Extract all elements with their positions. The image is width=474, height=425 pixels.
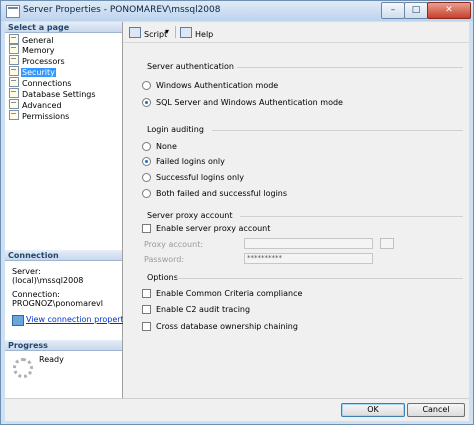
page-item-security[interactable]: Security	[9, 66, 56, 77]
dialog-button-bar: OK Cancel	[5, 398, 469, 421]
page-label: Processors	[22, 57, 65, 66]
server-value: (local)\mssql2008	[12, 276, 84, 285]
page-label: Database Settings	[22, 90, 96, 99]
enable-proxy-checkbox[interactable]	[142, 224, 151, 233]
audit-none-label[interactable]: None	[156, 142, 177, 151]
progress-status: Ready	[39, 355, 64, 364]
server-properties-window: Server Properties - PONOMAREV\mssql2008 …	[0, 0, 474, 425]
connection-value: PROGNOZ\ponomarevl	[12, 299, 103, 308]
ok-button[interactable]: OK	[341, 403, 405, 417]
audit-both-label[interactable]: Both failed and successful logins	[156, 189, 287, 198]
security-page: Script ▾ Help Server authentication Wind…	[123, 22, 469, 398]
group-divider	[212, 130, 463, 131]
page-icon	[9, 77, 19, 87]
page-label: Advanced	[22, 101, 62, 110]
proxy-account-group-label: Server proxy account	[147, 211, 233, 220]
close-button[interactable]: ✕	[427, 2, 471, 19]
script-button[interactable]: Script	[129, 27, 167, 39]
group-divider	[240, 216, 463, 217]
group-divider	[176, 278, 463, 279]
title-bar[interactable]: Server Properties - PONOMAREV\mssql2008 …	[1, 1, 473, 21]
page-label: Security	[21, 68, 56, 77]
progress-header: Progress	[5, 340, 122, 351]
toolbar-separator	[175, 26, 176, 38]
help-icon	[180, 27, 192, 38]
view-connection-properties-link[interactable]: View connection properties	[26, 315, 135, 325]
page-icon	[9, 66, 19, 76]
password-input[interactable]: **********	[244, 253, 373, 264]
c2-audit-label[interactable]: Enable C2 audit tracing	[156, 305, 250, 314]
page-item-processors[interactable]: Processors	[9, 55, 66, 66]
windows-auth-label[interactable]: Windows Authentication mode	[156, 81, 278, 90]
connection-properties-icon	[12, 315, 24, 326]
login-auditing-label: Login auditing	[147, 125, 204, 134]
c2-audit-checkbox[interactable]	[142, 305, 151, 314]
connection-header: Connection	[5, 250, 122, 261]
audit-both-radio[interactable]	[142, 189, 151, 198]
password-label: Password:	[144, 255, 185, 264]
page-icon	[9, 99, 19, 109]
help-label: Help	[195, 30, 214, 39]
common-criteria-checkbox[interactable]	[142, 289, 151, 298]
dialog-client: Select a page General Memory Processors …	[5, 22, 469, 421]
audit-none-radio[interactable]	[142, 142, 151, 151]
cross-db-chaining-label[interactable]: Cross database ownership chaining	[156, 322, 298, 331]
audit-successful-label[interactable]: Successful logins only	[156, 173, 244, 182]
proxy-account-input[interactable]	[244, 238, 373, 249]
audit-successful-radio[interactable]	[142, 173, 151, 182]
cancel-button[interactable]: Cancel	[407, 403, 465, 417]
sql-windows-auth-label[interactable]: SQL Server and Windows Authentication mo…	[156, 98, 343, 107]
page-item-connections[interactable]: Connections	[9, 77, 72, 88]
help-button[interactable]: Help	[180, 27, 213, 39]
toolbar: Script ▾ Help	[123, 22, 469, 43]
page-item-memory[interactable]: Memory	[9, 44, 56, 55]
audit-failed-label[interactable]: Failed logins only	[156, 157, 225, 166]
minimize-button[interactable]: –	[381, 2, 405, 19]
window-title: Server Properties - PONOMAREV\mssql2008	[23, 5, 221, 15]
page-icon	[9, 110, 19, 120]
page-item-general[interactable]: General	[9, 34, 55, 45]
page-icon	[9, 88, 19, 98]
page-label: Memory	[22, 46, 55, 55]
page-label: Connections	[22, 79, 72, 88]
select-page-header: Select a page	[5, 22, 122, 33]
left-panel: Select a page General Memory Processors …	[5, 22, 135, 398]
windows-auth-radio[interactable]	[142, 81, 151, 90]
server-authentication-label: Server authentication	[147, 62, 234, 71]
cross-db-chaining-checkbox[interactable]	[142, 322, 151, 331]
enable-proxy-label[interactable]: Enable server proxy account	[156, 224, 270, 233]
audit-failed-radio[interactable]	[142, 157, 151, 166]
script-dropdown[interactable]: ▾	[165, 27, 169, 36]
common-criteria-label[interactable]: Enable Common Criteria compliance	[156, 289, 302, 298]
group-divider	[237, 67, 463, 68]
sql-windows-auth-radio[interactable]	[142, 98, 151, 107]
page-icon	[9, 55, 19, 65]
window-icon	[6, 5, 20, 18]
progress-spinner-icon	[13, 358, 33, 378]
page-item-advanced[interactable]: Advanced	[9, 99, 63, 110]
page-icon	[9, 44, 19, 54]
options-group-label: Options	[147, 273, 178, 282]
page-item-database-settings[interactable]: Database Settings	[9, 88, 97, 99]
page-label: Permissions	[22, 112, 70, 121]
page-icon	[9, 34, 19, 44]
script-label: Script	[144, 30, 168, 39]
maximize-button[interactable]: □	[404, 2, 428, 19]
proxy-account-label: Proxy account:	[144, 240, 204, 249]
script-icon	[129, 27, 141, 38]
proxy-browse-button[interactable]	[380, 238, 394, 249]
page-item-permissions[interactable]: Permissions	[9, 110, 70, 121]
